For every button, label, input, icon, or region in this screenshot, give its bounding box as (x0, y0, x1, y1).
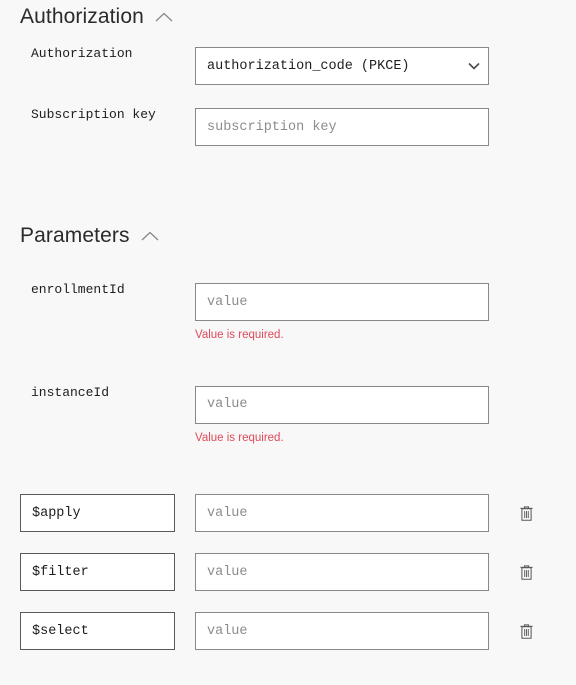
subscription-key-input[interactable] (195, 108, 489, 146)
authorization-type-row: Authorization authorization_code (PKCE) (0, 27, 576, 85)
parameters-section-header[interactable]: Parameters (0, 146, 576, 246)
custom-parameter-row (0, 591, 576, 650)
chevron-up-icon[interactable] (139, 229, 161, 243)
custom-parameter-value-input[interactable] (195, 553, 489, 591)
custom-parameter-name-input[interactable] (20, 553, 175, 591)
enrollmentid-label: enrollmentId (31, 282, 125, 297)
api-request-form: Authorization Authorization authorizatio… (0, 0, 576, 685)
instanceid-row: instanceId Value is required. (0, 342, 576, 445)
authorization-section-title: Authorization (20, 5, 144, 28)
custom-parameter-value-wrap (195, 494, 489, 532)
enrollmentid-control: Value is required. (195, 283, 489, 342)
chevron-up-icon[interactable] (153, 10, 175, 24)
subscription-key-control (195, 108, 489, 146)
parameters-section-title: Parameters (20, 224, 130, 247)
subscription-key-row: Subscription key (0, 85, 576, 146)
custom-parameter-value-wrap (195, 612, 489, 650)
authorization-section-header[interactable]: Authorization (0, 0, 576, 27)
instanceid-control: Value is required. (195, 385, 489, 445)
trash-icon (519, 564, 534, 581)
instanceid-input[interactable] (195, 385, 489, 424)
instanceid-label: instanceId (31, 384, 110, 400)
enrollmentid-row: enrollmentId Value is required. (0, 246, 576, 342)
authorization-type-control: authorization_code (PKCE) (195, 47, 489, 85)
enrollmentid-input[interactable] (195, 283, 489, 321)
custom-parameter-name-input[interactable] (20, 494, 175, 532)
custom-parameter-row (0, 532, 576, 591)
trash-icon (519, 623, 534, 640)
custom-parameter-value-input[interactable] (195, 494, 489, 532)
delete-parameter-button[interactable] (513, 618, 539, 644)
subscription-key-label: Subscription key (31, 107, 156, 122)
authorization-type-select[interactable]: authorization_code (PKCE) (195, 47, 489, 85)
custom-parameter-value-input[interactable] (195, 612, 489, 650)
authorization-type-label: Authorization (31, 46, 133, 61)
custom-parameter-value-wrap (195, 553, 489, 591)
trash-icon (519, 505, 534, 522)
delete-parameter-button[interactable] (513, 500, 539, 526)
custom-parameter-name-input[interactable] (20, 612, 175, 650)
delete-parameter-button[interactable] (513, 559, 539, 585)
authorization-type-select-wrap[interactable]: authorization_code (PKCE) (195, 47, 489, 85)
custom-parameter-row (0, 444, 576, 532)
custom-parameter-name-wrap (20, 494, 195, 532)
instanceid-error: Value is required. (195, 431, 284, 444)
custom-parameter-name-wrap (20, 553, 195, 591)
custom-parameter-name-wrap (20, 612, 195, 650)
enrollmentid-error: Value is required. (195, 329, 284, 341)
